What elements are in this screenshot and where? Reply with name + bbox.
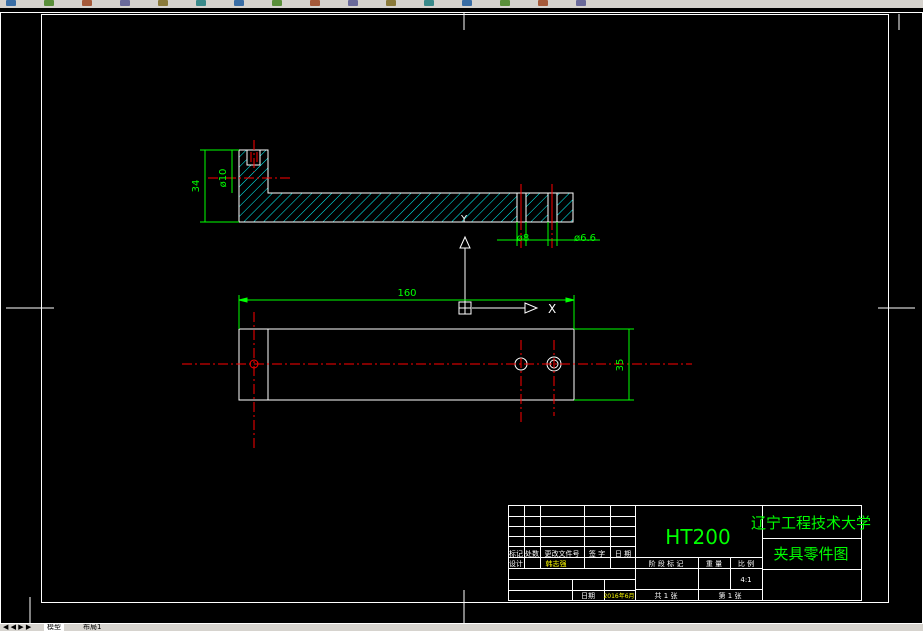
drawing-canvas[interactable]: 34 ø10 ø8 ø6.6 Y X 160 35 HT200 辽宁工程技术大学… (0, 8, 923, 624)
ucs-icon: Y X (458, 214, 556, 316)
zoom-icon[interactable] (272, 0, 282, 6)
header-count: 处数 (525, 549, 539, 558)
dim-160-text: 160 (397, 288, 416, 299)
layer-icon[interactable] (538, 0, 548, 6)
tab-layout1[interactable]: 布局1 (80, 624, 104, 631)
save-icon[interactable] (82, 0, 92, 6)
print-icon[interactable] (120, 0, 130, 6)
polyline-icon[interactable] (348, 0, 358, 6)
dimension-icon[interactable] (500, 0, 510, 6)
ucs-x-label: X (548, 302, 556, 316)
dimension-d10[interactable]: ø10 (218, 150, 233, 193)
circle-icon[interactable] (386, 0, 396, 6)
designer-name: 韩志强 (546, 559, 567, 568)
approve-date: 2016年6月 (603, 592, 634, 600)
scale-label: 比 例 (738, 559, 754, 568)
dim-d66-text: ø6.6 (574, 233, 596, 244)
sheet-number: 第 1 张 (719, 591, 742, 600)
header-signature: 签 字 (589, 549, 605, 558)
approve-label: 日期 (581, 592, 595, 600)
open-file-icon[interactable] (44, 0, 54, 6)
plan-view[interactable] (182, 312, 692, 448)
dim-35-text: 35 (615, 359, 626, 372)
stage-label: 阶 段 标 记 (649, 559, 684, 568)
redo-icon[interactable] (196, 0, 206, 6)
pan-icon[interactable] (234, 0, 244, 6)
line-icon[interactable] (310, 0, 320, 6)
undo-icon[interactable] (158, 0, 168, 6)
text-icon[interactable] (462, 0, 472, 6)
university-name: 辽宁工程技术大学 (751, 514, 871, 532)
ucs-y-label: Y (460, 214, 468, 225)
drawing-name: 夹具零件图 (773, 545, 848, 563)
tab-model[interactable]: 模型 (44, 624, 64, 631)
design-label: 设计 (509, 559, 523, 568)
weight-label: 重 量 (706, 560, 722, 568)
centering-marks (6, 12, 915, 624)
dim-34-text: 34 (191, 180, 202, 193)
dim-d10-text: ø10 (218, 169, 229, 188)
material-label: HT200 (665, 525, 730, 549)
tab-nav-arrows[interactable]: ◀ ◀ ▶ ▶ (0, 624, 34, 631)
dimension-d8[interactable]: ø8 (497, 222, 530, 246)
header-date: 日 期 (615, 550, 631, 558)
hatch-icon[interactable] (424, 0, 434, 6)
properties-icon[interactable] (576, 0, 586, 6)
new-file-icon[interactable] (6, 0, 16, 6)
header-change-doc: 更改文件号 (545, 549, 580, 558)
layout-tabs-bar: ◀ ◀ ▶ ▶ 模型 布局1 (0, 624, 923, 631)
scale-value: 4:1 (740, 576, 751, 584)
top-section-view[interactable] (208, 140, 574, 248)
header-mark: 标记 (509, 549, 523, 558)
dim-d8-text: ø8 (517, 233, 529, 244)
dimension-d66[interactable]: ø6.6 (530, 222, 600, 246)
cad-toolbar (0, 0, 923, 8)
total-sheets: 共 1 张 (655, 591, 678, 600)
